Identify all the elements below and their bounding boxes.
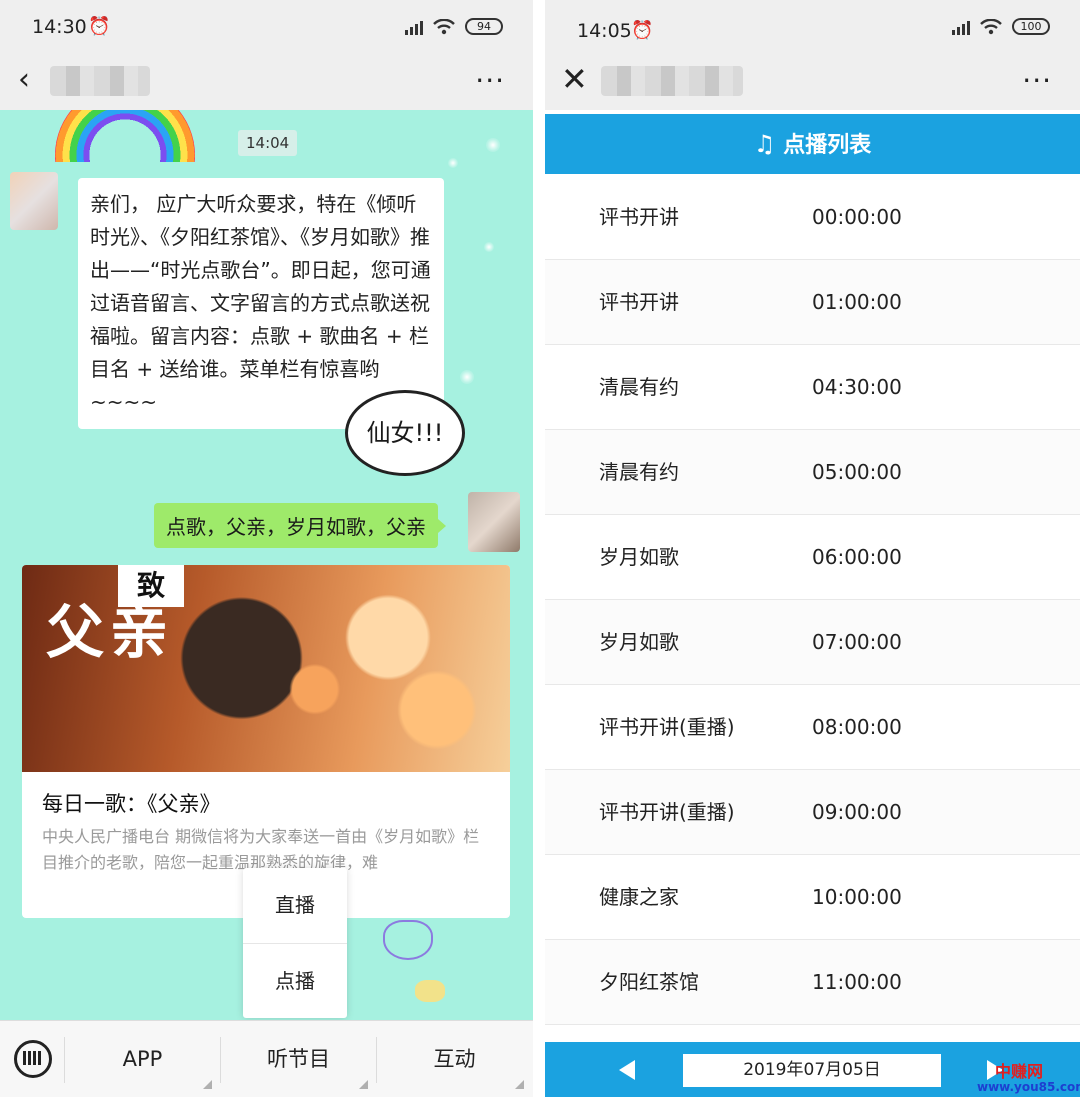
heart-sticker: [415, 980, 445, 1002]
alarm-icon: ⏰: [88, 16, 111, 37]
program-name: 评书开讲: [599, 205, 679, 229]
program-time: 09:00:00: [812, 800, 902, 824]
self-avatar[interactable]: [468, 492, 520, 552]
previous-day-icon[interactable]: [619, 1060, 635, 1080]
program-time: 01:00:00: [812, 290, 902, 314]
nav-bar: ✕ ···: [545, 56, 1080, 110]
chat-screen: 14:30 ⏰ 94 ‹ ··· 14:04 亲们， 应广大听众要求，特在《倾听…: [0, 0, 533, 1097]
program-row[interactable]: 夕阳红茶馆 11:00:00: [545, 940, 1080, 1025]
program-row[interactable]: 评书开讲 01:00:00: [545, 260, 1080, 345]
program-row[interactable]: 评书开讲(重播) 08:00:00: [545, 685, 1080, 770]
program-name: 岁月如歌: [599, 545, 679, 569]
contact-name-blurred: [50, 66, 150, 96]
program-time: 04:30:00: [812, 375, 902, 399]
submenu-item-live[interactable]: 直播: [243, 868, 347, 943]
program-row[interactable]: 评书开讲 00:00:00: [545, 175, 1080, 260]
back-icon[interactable]: ‹: [18, 62, 30, 97]
sparkle: [460, 370, 474, 384]
watermark-logo: 中赚网: [995, 1062, 1044, 1081]
avatar[interactable]: [10, 172, 58, 230]
status-bar: 14:30 ⏰ 94: [0, 0, 533, 56]
article-image-title: 父亲: [46, 598, 175, 666]
outgoing-message[interactable]: 点歌，父亲，岁月如歌，父亲: [154, 503, 446, 548]
chat-area[interactable]: 14:04 亲们， 应广大听众要求，特在《倾听时光》、《夕阳红茶馆》、《岁月如歌…: [0, 110, 533, 1020]
program-name: 清晨有约: [599, 460, 679, 484]
program-row[interactable]: 岁月如歌 07:00:00: [545, 600, 1080, 685]
program-name: 健康之家: [599, 885, 679, 909]
article-card[interactable]: 致 父亲 每日一歌：《父亲》 中央人民广播电台 期微信将为大家奉送一首由《岁月如…: [22, 565, 510, 918]
status-time: 14:30: [32, 16, 87, 38]
program-time: 06:00:00: [812, 545, 902, 569]
menu-item-programs[interactable]: 听节目: [221, 1021, 376, 1097]
fairy-sticker[interactable]: 仙女!!!: [345, 390, 465, 476]
program-time: 07:00:00: [812, 630, 902, 654]
program-row[interactable]: 清晨有约 05:00:00: [545, 430, 1080, 515]
program-time: 00:00:00: [812, 205, 902, 229]
list-title: 点播列表: [783, 133, 872, 158]
official-account-menu: APP 听节目 互动: [0, 1020, 533, 1097]
submenu-popup: 直播 点播: [243, 868, 347, 1018]
program-time: 08:00:00: [812, 715, 902, 739]
music-note-icon: ♫: [753, 130, 776, 158]
alarm-icon: ⏰: [631, 20, 654, 41]
more-options-icon[interactable]: ···: [1022, 64, 1052, 97]
close-icon[interactable]: ✕: [561, 60, 588, 98]
sparkle: [486, 138, 500, 152]
watermark-url: www.you85.com: [977, 1080, 1080, 1094]
battery-indicator: 100: [1012, 18, 1050, 35]
nav-bar: ‹ ···: [0, 56, 533, 110]
program-time: 11:00:00: [812, 970, 902, 994]
chat-timestamp: 14:04: [238, 130, 298, 156]
wifi-icon: [980, 18, 1002, 34]
program-name: 夕阳红茶馆: [599, 970, 699, 994]
menu-item-app[interactable]: APP: [65, 1021, 220, 1097]
program-name: 评书开讲(重播): [599, 800, 735, 824]
program-list: 评书开讲 00:00:00 评书开讲 01:00:00 清晨有约 04:30:00 清晨有约…: [545, 175, 1080, 1025]
submenu-item-on-demand[interactable]: 点播: [243, 943, 347, 1018]
program-row[interactable]: 岁月如歌 06:00:00: [545, 515, 1080, 600]
sparkle: [448, 158, 458, 168]
article-title: 每日一歌：《父亲》: [42, 792, 221, 816]
status-bar: 14:05 ⏰ 100: [545, 0, 1080, 56]
program-row[interactable]: 清晨有约 04:30:00: [545, 345, 1080, 430]
menu-item-interaction[interactable]: 互动: [377, 1021, 532, 1097]
program-name: 评书开讲: [599, 290, 679, 314]
page-title-blurred: [601, 66, 743, 96]
program-time: 10:00:00: [812, 885, 902, 909]
wifi-icon: [433, 18, 455, 34]
program-row[interactable]: 评书开讲(重播) 09:00:00: [545, 770, 1080, 855]
signal-icon: [952, 19, 970, 35]
heart-sticker: [383, 920, 433, 960]
playlist-screen: 14:05 ⏰ 100 ✕ ··· ♫ 点播列表 评书开讲 00:00:00 评书开讲…: [545, 0, 1080, 1097]
article-image: 致 父亲: [22, 565, 510, 772]
keyboard-icon[interactable]: [14, 1040, 52, 1078]
more-options-icon[interactable]: ···: [475, 64, 505, 97]
program-name: 清晨有约: [599, 375, 679, 399]
program-row[interactable]: 健康之家 10:00:00: [545, 855, 1080, 940]
battery-indicator: 94: [465, 18, 503, 35]
signal-icon: [405, 19, 423, 35]
list-header: ♫ 点播列表: [545, 114, 1080, 174]
program-name: 评书开讲(重播): [599, 715, 735, 739]
status-time: 14:05: [577, 20, 632, 42]
program-time: 05:00:00: [812, 460, 902, 484]
date-display[interactable]: 2019年07月05日: [683, 1054, 941, 1087]
sparkle: [484, 242, 494, 252]
program-name: 岁月如歌: [599, 630, 679, 654]
